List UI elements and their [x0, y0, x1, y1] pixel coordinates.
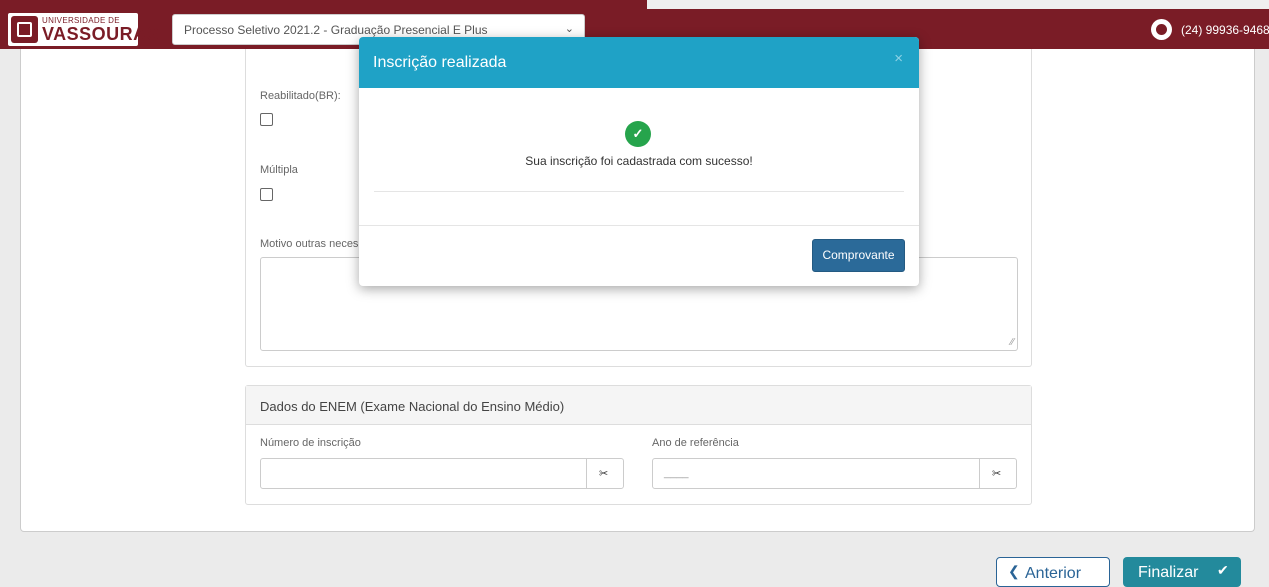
success-message: Sua inscrição foi cadastrada com sucesso… — [525, 154, 753, 168]
comprovante-button[interactable]: Comprovante — [812, 239, 905, 272]
modal-title: Inscrição realizada — [373, 54, 507, 71]
modal-divider — [374, 191, 904, 192]
check-circle-icon: ✓ — [625, 121, 651, 147]
close-icon[interactable]: × — [894, 50, 903, 67]
success-modal: Inscrição realizada × ✓ Sua inscrição fo… — [359, 37, 919, 286]
modal-footer-divider — [359, 225, 919, 226]
modal-header: Inscrição realizada × — [359, 37, 919, 88]
